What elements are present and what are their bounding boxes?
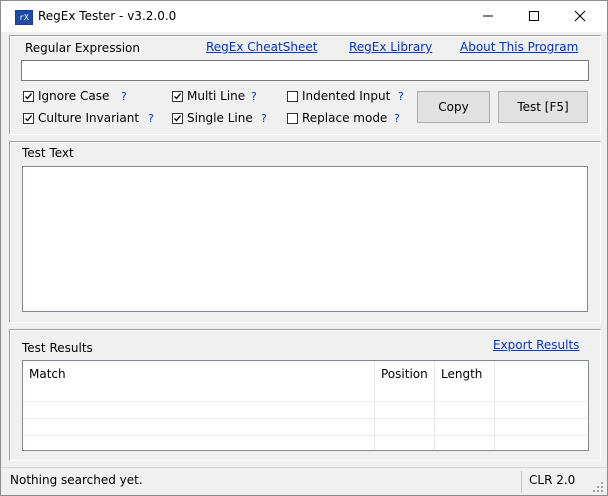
checkmark-icon: [25, 114, 33, 121]
culture-invariant-help[interactable]: ?: [148, 112, 154, 125]
row-divider: [23, 401, 588, 402]
cheatsheet-link[interactable]: RegEx CheatSheet: [206, 40, 317, 54]
single-line-help[interactable]: ?: [261, 112, 267, 125]
checkmark-icon: [174, 92, 182, 99]
column-divider: [434, 361, 435, 450]
close-button[interactable]: [557, 1, 603, 32]
indented-input-checkbox[interactable]: Indented Input: [287, 88, 390, 104]
window-title: RegEx Tester - v3.2.0.0: [38, 9, 177, 23]
replace-mode-checkbox[interactable]: Replace mode: [287, 110, 387, 126]
minimize-icon: [483, 15, 493, 17]
results-label: Test Results: [22, 341, 93, 355]
checkbox-box[interactable]: [172, 112, 183, 124]
status-message: Nothing searched yet.: [10, 473, 143, 487]
runtime-label: CLR 2.0: [529, 473, 576, 487]
single-line-checkbox[interactable]: Single Line: [172, 110, 253, 126]
culture-invariant-checkbox[interactable]: Culture Invariant: [23, 110, 139, 126]
column-header-length[interactable]: Length: [435, 361, 495, 387]
test-button[interactable]: Test [F5]: [498, 91, 588, 123]
maximize-icon: [529, 11, 539, 21]
checkbox-box[interactable]: [287, 90, 298, 102]
replace-mode-label: Replace mode: [302, 111, 388, 125]
about-link[interactable]: About This Program: [460, 40, 578, 54]
checkbox-box[interactable]: [23, 90, 34, 102]
regex-label: Regular Expression: [25, 41, 140, 55]
library-link[interactable]: RegEx Library: [349, 40, 432, 54]
multi-line-help[interactable]: ?: [251, 90, 257, 103]
status-separator: [521, 471, 522, 493]
indented-input-label: Indented Input: [302, 89, 391, 103]
test-text-area[interactable]: [22, 166, 588, 312]
status-bar: Nothing searched yet. CLR 2.0: [1, 467, 607, 496]
minimize-button[interactable]: [465, 1, 511, 32]
ignore-case-checkbox[interactable]: Ignore Case: [23, 88, 109, 104]
column-header-position[interactable]: Position: [375, 361, 435, 387]
multi-line-checkbox[interactable]: Multi Line: [172, 88, 245, 104]
single-line-label: Single Line: [187, 111, 253, 125]
checkmark-icon: [25, 92, 33, 99]
column-divider: [374, 361, 375, 450]
checkbox-box[interactable]: [172, 90, 183, 102]
test-text-label: Test Text: [22, 146, 74, 160]
culture-invariant-label: Culture Invariant: [38, 111, 140, 125]
checkmark-icon: [174, 114, 182, 121]
checkbox-box[interactable]: [23, 112, 34, 124]
results-table[interactable]: Match Position Length: [22, 360, 589, 451]
ignore-case-help[interactable]: ?: [121, 90, 127, 103]
row-divider: [23, 418, 588, 419]
close-icon: [574, 10, 586, 22]
column-header-match[interactable]: Match: [23, 361, 375, 387]
maximize-button[interactable]: [511, 1, 557, 32]
ignore-case-label: Ignore Case: [38, 89, 110, 103]
indented-input-help[interactable]: ?: [398, 90, 404, 103]
title-bar[interactable]: rX RegEx Tester - v3.2.0.0: [1, 1, 607, 32]
checkbox-box[interactable]: [287, 112, 298, 124]
regex-input[interactable]: [21, 60, 589, 81]
multi-line-label: Multi Line: [187, 89, 246, 103]
replace-mode-help[interactable]: ?: [394, 112, 400, 125]
column-divider: [494, 361, 495, 450]
row-divider: [23, 435, 588, 436]
app-window: rX RegEx Tester - v3.2.0.0 Regular Expre…: [0, 0, 608, 496]
export-results-link[interactable]: Export Results: [493, 338, 579, 352]
copy-button[interactable]: Copy: [417, 91, 490, 123]
resize-grip-icon[interactable]: [592, 481, 604, 493]
app-icon: rX: [15, 10, 33, 25]
